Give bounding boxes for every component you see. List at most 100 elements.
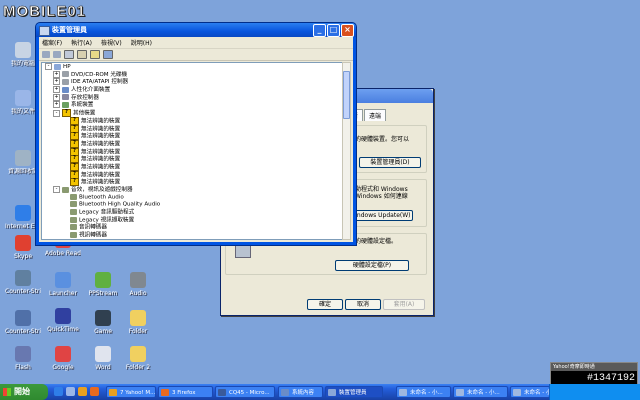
tree-row[interactable]: ? 無法辨識的裝置 — [42, 132, 343, 141]
desktop-icon[interactable]: Word — [85, 346, 121, 371]
tree-row[interactable]: 視訊轉碼器 — [42, 232, 343, 239]
tab-remote[interactable]: 遠端 — [364, 109, 387, 121]
ok-button[interactable]: 確定 — [307, 299, 343, 310]
quicklaunch-ie-icon[interactable] — [54, 387, 63, 396]
properties-icon[interactable] — [77, 50, 87, 59]
tree-row[interactable]: -? 其他裝置 — [42, 109, 343, 118]
start-button[interactable]: 開始 — [0, 384, 48, 400]
desktop-icon[interactable]: PPStream — [85, 272, 121, 297]
back-arrow-icon[interactable] — [42, 51, 50, 58]
desktop-icon[interactable]: Launcher — [45, 272, 81, 297]
desktop-app-icon — [15, 42, 31, 58]
expand-icon[interactable]: + — [53, 101, 60, 109]
tree-row[interactable]: ? 無法辨識的裝置 — [42, 178, 343, 187]
tree-row[interactable]: ? 無法辨識的裝置 — [42, 147, 343, 156]
tree-row[interactable]: + 系統裝置 — [42, 101, 343, 109]
menu-file[interactable]: 檔案(F) — [42, 38, 62, 47]
quicklaunch-media-icon[interactable] — [78, 387, 87, 396]
tree-row[interactable]: 音訊轉碼器 — [42, 224, 343, 232]
tree-row[interactable]: ? 無法辨識的裝置 — [42, 162, 343, 171]
tree-row[interactable]: - HP — [42, 63, 343, 71]
collapse-icon[interactable]: - — [45, 63, 52, 70]
desktop-icon[interactable]: Audio — [120, 272, 156, 297]
tree-row[interactable]: + 人性化介面裝置 — [42, 86, 343, 94]
expand-icon[interactable]: + — [53, 86, 60, 94]
expand-icon[interactable]: + — [53, 70, 60, 78]
task-app-icon — [513, 389, 521, 396]
taskbar-button[interactable]: 裝置管理員 — [325, 386, 383, 398]
tree-row-label: Legacy 音訊驅動程式 — [79, 209, 135, 216]
tree-row[interactable]: Bluetooth High Quality Audio — [42, 201, 343, 209]
device-manager-button[interactable]: 裝置管理員(D) — [359, 157, 421, 168]
yahoo-messenger-popup[interactable]: Yahoo!奇摩即時通 #1347192 — [550, 362, 638, 386]
desktop-icon-label: Adobe Reader — [45, 250, 81, 257]
taskbar-button[interactable]: 7 Yahoo! M... — [106, 386, 156, 398]
tree-row-label: 人性化介面裝置 — [71, 87, 111, 94]
taskbar-button[interactable]: 未命名 - 小... — [396, 386, 451, 398]
minimize-button[interactable]: _ — [313, 24, 326, 37]
desktop-icon[interactable]: Flash — [5, 346, 41, 371]
device-tree[interactable]: - HP + DVD/CD-ROM 光碟機 + IDE ATA/ATAPI 控制器 + 人性化… — [41, 62, 344, 240]
cancel-button[interactable]: 取消 — [345, 299, 381, 310]
tree-row[interactable]: ? 無法辨識的裝置 — [42, 170, 343, 179]
tree-view-icon[interactable] — [64, 50, 74, 59]
expand-icon[interactable]: + — [53, 93, 60, 101]
desktop-icon[interactable]: Folder 2 — [120, 346, 156, 371]
desktop-icon-label: Google — [52, 364, 74, 371]
tree-row-label: Legacy 視訊擷取裝置 — [79, 217, 135, 224]
scrollbar-thumb[interactable] — [343, 71, 350, 119]
desktop-icon[interactable]: Folder — [120, 310, 156, 335]
sound-icon — [70, 193, 77, 200]
expand-icon[interactable]: + — [53, 78, 60, 86]
tree-row[interactable]: + IDE ATA/ATAPI 控制器 — [42, 78, 343, 86]
tree-row[interactable]: - 音效，視訊及遊戲控制器 — [42, 186, 343, 194]
task-app-icon — [109, 389, 117, 396]
maximize-button[interactable]: □ — [327, 24, 340, 37]
taskbar-button[interactable]: 未命名 - 小... — [453, 386, 508, 398]
desktop-app-icon — [15, 346, 31, 362]
desktop-icon[interactable]: Counter-Strike Source — [5, 310, 41, 335]
tree-row[interactable]: ? 無法辨識的裝置 — [42, 139, 343, 148]
tree-row[interactable]: Bluetooth Audio — [42, 193, 343, 202]
tree-row[interactable]: + 存放控制器 — [42, 93, 343, 102]
collapse-icon[interactable]: - — [53, 186, 60, 193]
menu-help[interactable]: 說明(H) — [131, 38, 152, 47]
taskbar-button[interactable]: CQ45 - Micro... — [215, 386, 275, 398]
desktop-icon[interactable]: Game — [85, 310, 121, 335]
scan-hardware-icon[interactable] — [103, 50, 113, 59]
quicklaunch-desktop-icon[interactable] — [66, 387, 75, 396]
tree-row[interactable]: Legacy 音訊驅動程式 — [42, 209, 343, 217]
menu-view[interactable]: 檢視(V) — [101, 38, 122, 47]
tree-row-label: 無法辨識的裝置 — [81, 172, 121, 179]
forward-arrow-icon[interactable] — [53, 51, 61, 58]
tree-row[interactable]: ? 無法辨識的裝置 — [42, 155, 343, 164]
system-tray[interactable] — [549, 384, 640, 400]
tree-scrollbar[interactable] — [342, 62, 351, 240]
tree-row[interactable]: ? 無法辨識的裝置 — [42, 124, 343, 133]
device-manager-window[interactable]: 裝置管理員 _ □ × 檔案(F) 執行(A) 檢視(V) 說明(H) - HP +… — [35, 22, 357, 246]
device-manager-title-bar[interactable]: 裝置管理員 _ □ × — [36, 23, 356, 37]
collapse-icon[interactable]: - — [53, 109, 60, 117]
desktop-app-icon — [130, 346, 146, 362]
tree-row[interactable]: ? 無法辨識的裝置 — [42, 116, 343, 125]
sound-icon — [70, 201, 77, 208]
desktop-icon[interactable]: Counter-Strike Online — [5, 270, 41, 295]
apply-button[interactable]: 套用(A) — [383, 299, 425, 310]
tree-row[interactable]: Legacy 視訊擷取裝置 — [42, 216, 343, 225]
desktop-app-icon — [95, 346, 111, 362]
quicklaunch-firefox-icon[interactable] — [90, 387, 99, 396]
menu-action[interactable]: 執行(A) — [71, 38, 92, 47]
desktop-icon[interactable]: QuickTime — [45, 308, 81, 333]
sound-icon — [70, 232, 77, 239]
tree-row-label: 存放控制器 — [71, 94, 99, 101]
tree-row-label: DVD/CD-ROM 光碟機 — [71, 71, 128, 78]
hid-icon — [62, 86, 69, 93]
taskbar-button[interactable]: 系統內容 — [278, 386, 323, 398]
close-button[interactable]: × — [341, 24, 354, 37]
help-icon[interactable] — [90, 50, 100, 59]
desktop-icon[interactable]: Google — [45, 346, 81, 371]
tree-row[interactable]: + DVD/CD-ROM 光碟機 — [42, 70, 343, 79]
taskbar-button[interactable]: 3 Firefox — [158, 386, 213, 398]
hardware-profiles-button[interactable]: 硬體設定檔(P) — [335, 260, 409, 271]
taskbar-button[interactable]: 未命名 - 小... — [510, 386, 550, 398]
